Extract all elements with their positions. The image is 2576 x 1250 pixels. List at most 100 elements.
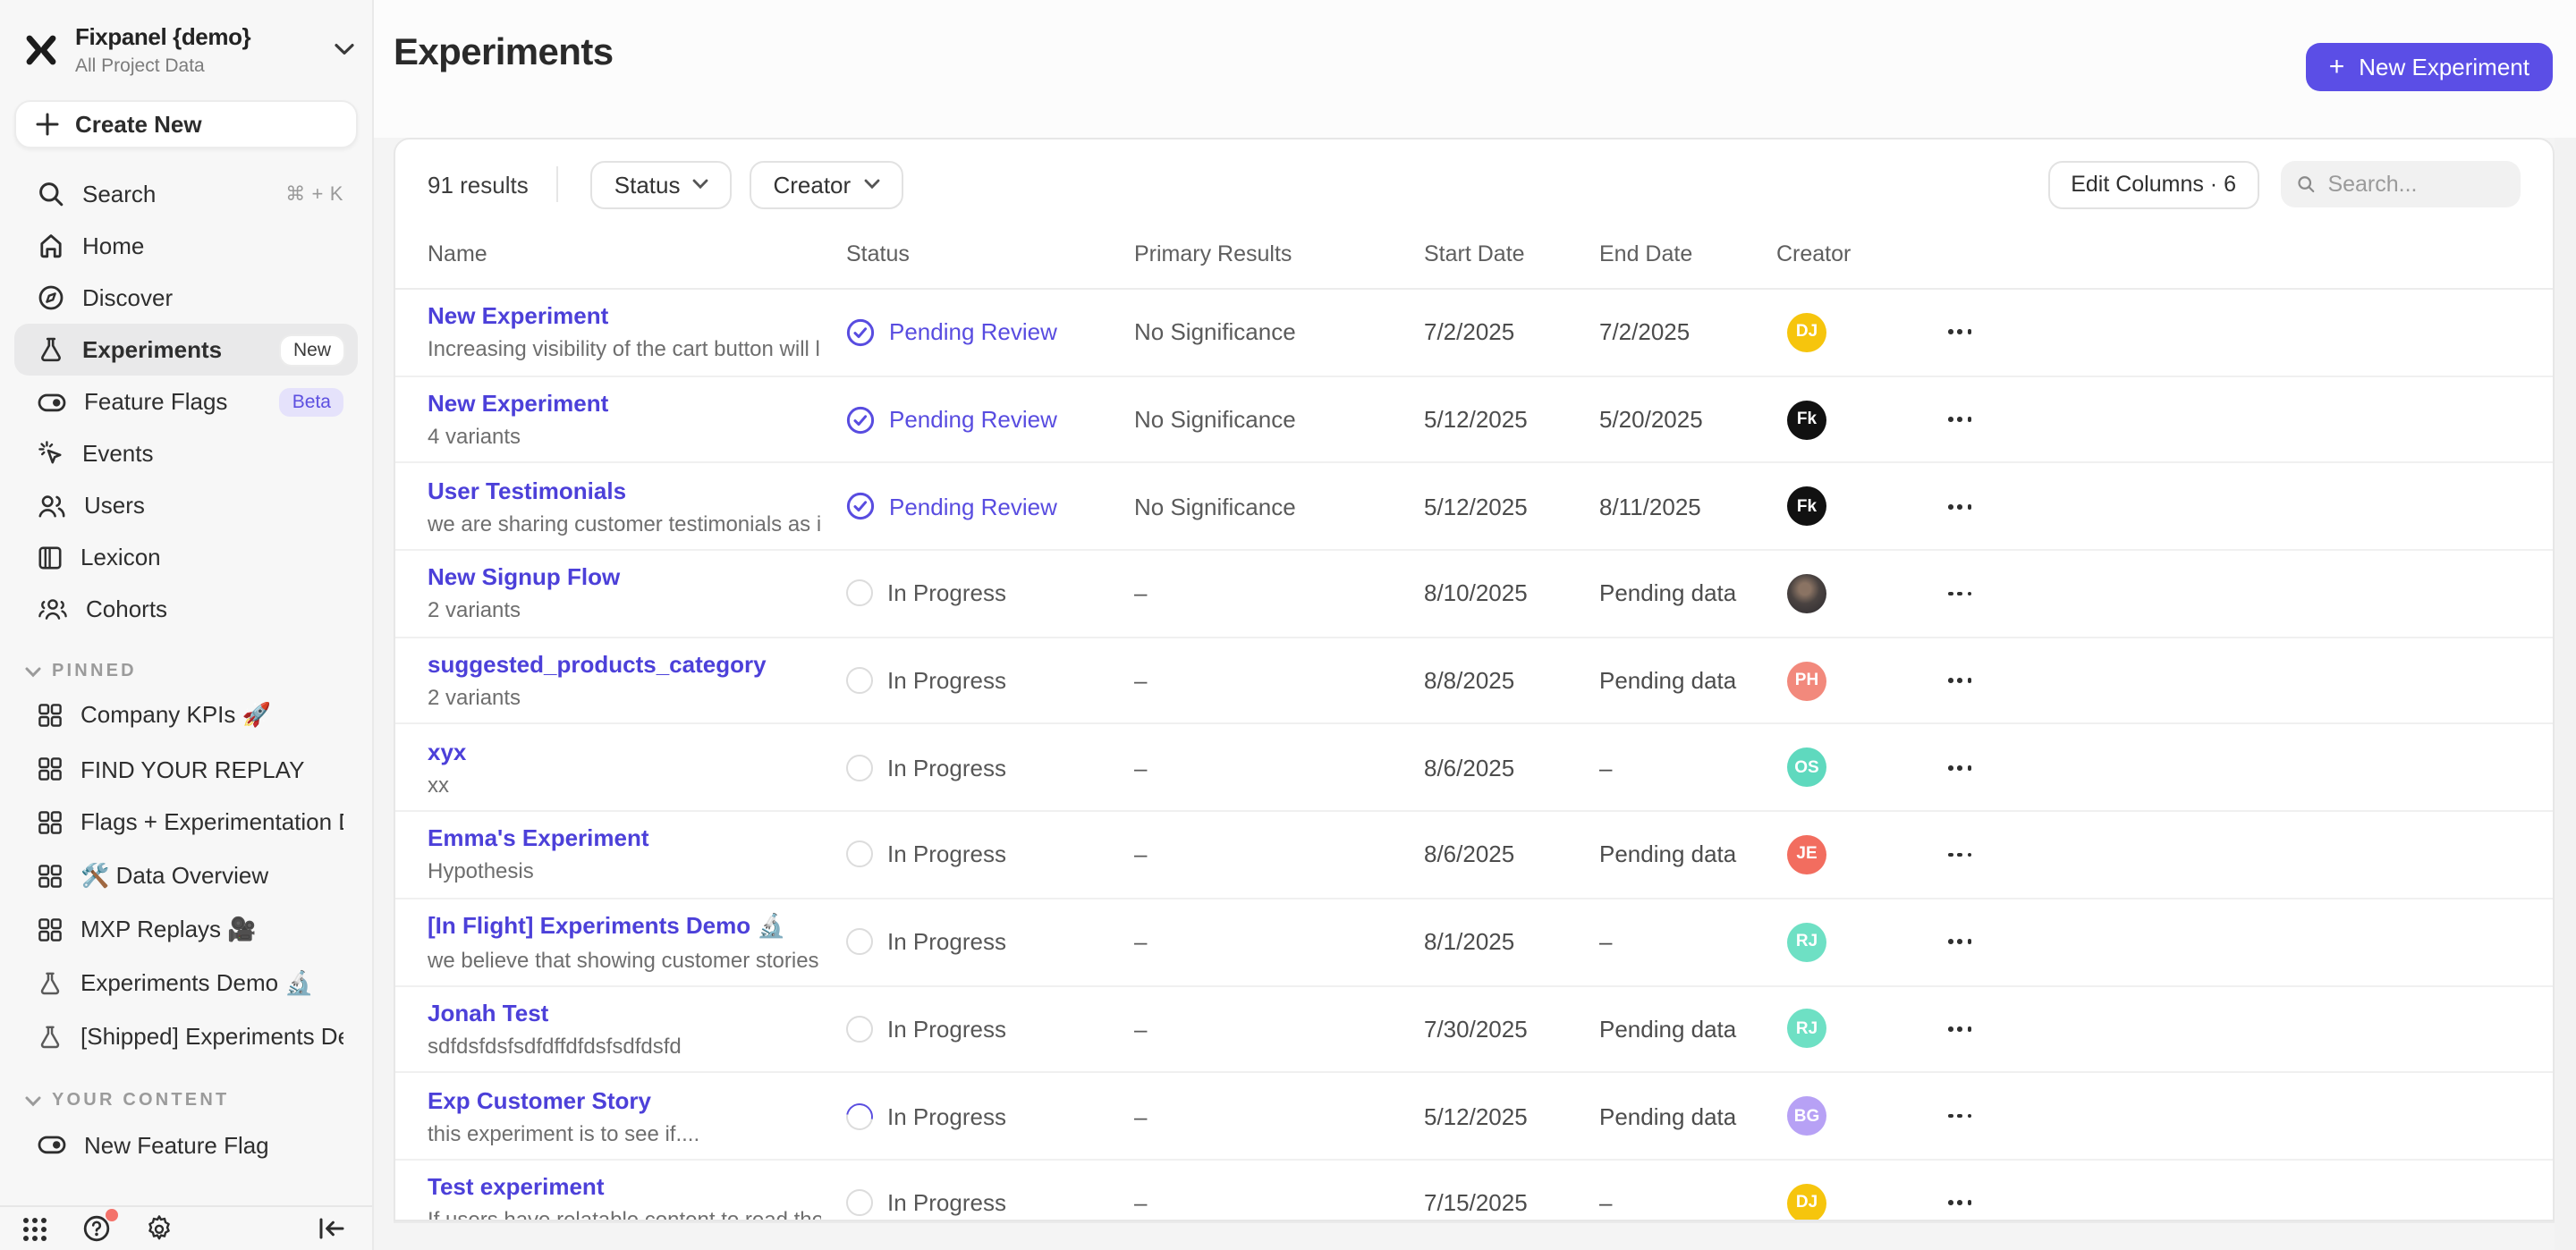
experiment-subtitle: we are sharing customer testimonials as …: [428, 511, 821, 536]
creator-avatar[interactable]: Fk: [1787, 400, 1826, 439]
experiment-link[interactable]: Emma's Experiment: [428, 825, 821, 852]
sidebar-item-cohorts[interactable]: Cohorts: [14, 583, 358, 635]
table-row[interactable]: User Testimonials we are sharing custome…: [395, 464, 2553, 551]
sidebar-footer: [0, 1205, 372, 1250]
users-icon: [38, 493, 66, 518]
your-content-item-new-feature-flag[interactable]: New Feature Flag: [14, 1118, 358, 1171]
your-content-section-header[interactable]: YOUR CONTENT: [25, 1091, 358, 1111]
end-date-cell: –: [1599, 1189, 1776, 1216]
start-date-cell: 8/10/2025: [1424, 580, 1599, 607]
row-menu-button[interactable]: [1948, 417, 1980, 422]
row-menu-button[interactable]: [1948, 330, 1980, 335]
table-row[interactable]: Exp Customer Story this experiment is to…: [395, 1073, 2553, 1160]
apps-grid-icon[interactable]: [18, 1212, 50, 1245]
table-row[interactable]: [In Flight] Experiments Demo 🔬 we believ…: [395, 899, 2553, 986]
column-header-creator[interactable]: Creator: [1776, 241, 1919, 266]
experiment-link[interactable]: suggested_products_category: [428, 651, 821, 678]
creator-avatar[interactable]: RJ: [1787, 922, 1826, 961]
pinned-item-company-kpis[interactable]: Company KPIs 🚀: [14, 688, 358, 742]
pinned-item-label: FIND YOUR REPLAY: [80, 756, 343, 782]
row-menu-button[interactable]: [1948, 1026, 1980, 1032]
creator-avatar[interactable]: OS: [1787, 748, 1826, 788]
sidebar-item-feature-flags[interactable]: Feature Flags Beta: [14, 376, 358, 427]
row-menu-button[interactable]: [1948, 852, 1980, 857]
creator-avatar[interactable]: DJ: [1787, 1183, 1826, 1221]
pinned-list: Company KPIs 🚀 FIND YOUR REPLAY Flags + …: [0, 688, 372, 1064]
pinned-item-mxp-replays[interactable]: MXP Replays 🎥: [14, 903, 358, 957]
settings-gear-icon[interactable]: [143, 1212, 175, 1245]
row-menu-button[interactable]: [1948, 1113, 1980, 1119]
pinned-section-header[interactable]: PINNED: [25, 662, 358, 681]
status-cell: Pending Review: [846, 405, 1134, 434]
experiment-link[interactable]: New Experiment: [428, 303, 821, 330]
experiment-link[interactable]: User Testimonials: [428, 477, 821, 503]
column-header-name[interactable]: Name: [428, 241, 846, 266]
row-menu-button[interactable]: [1948, 1201, 1980, 1206]
row-menu-button[interactable]: [1948, 504, 1980, 510]
row-menu-button[interactable]: [1948, 591, 1980, 596]
table-row[interactable]: xyx xx In Progress – 8/6/2025 – OS: [395, 725, 2553, 812]
pinned-item-flags-experimentation-demo[interactable]: Flags + Experimentation Demo ✏: [14, 796, 358, 849]
table-row[interactable]: Emma's Experiment Hypothesis In Progress…: [395, 812, 2553, 899]
horizontal-scrollbar[interactable]: [394, 1221, 2555, 1250]
experiment-link[interactable]: Test experiment: [428, 1173, 821, 1200]
collapse-sidebar-icon[interactable]: [315, 1212, 347, 1245]
end-date-cell: 8/11/2025: [1599, 493, 1776, 519]
column-header-start-date[interactable]: Start Date: [1424, 241, 1599, 266]
table-body: New Experiment Increasing visibility of …: [395, 290, 2553, 1221]
creator-avatar[interactable]: BG: [1787, 1096, 1826, 1136]
table-row[interactable]: New Experiment Increasing visibility of …: [395, 290, 2553, 376]
sidebar-item-label: Search: [82, 181, 267, 207]
row-menu-button[interactable]: [1948, 765, 1980, 771]
new-experiment-button[interactable]: + New Experiment: [2306, 43, 2553, 91]
experiment-link[interactable]: xyx: [428, 739, 821, 765]
pinned-item-experiments-demo[interactable]: Experiments Demo 🔬: [14, 957, 358, 1010]
help-icon[interactable]: [80, 1212, 113, 1245]
creator-avatar[interactable]: PH: [1787, 661, 1826, 700]
creator-avatar[interactable]: RJ: [1787, 1009, 1826, 1049]
creator-avatar-photo[interactable]: [1787, 574, 1826, 613]
your-content-title: YOUR CONTENT: [52, 1091, 229, 1111]
creator-avatar[interactable]: JE: [1787, 835, 1826, 874]
experiment-link[interactable]: Exp Customer Story: [428, 1086, 821, 1113]
sidebar-item-users[interactable]: Users: [14, 479, 358, 531]
experiment-link[interactable]: Jonah Test: [428, 1000, 821, 1026]
creator-avatar[interactable]: Fk: [1787, 486, 1826, 526]
pinned-item-shipped-experiments-demo[interactable]: [Shipped] Experiments Demo ✏: [14, 1010, 358, 1064]
sidebar-item-discover[interactable]: Discover: [14, 272, 358, 324]
end-date-cell: –: [1599, 928, 1776, 955]
vertical-scrollbar[interactable]: [2555, 138, 2576, 1250]
sidebar-item-search[interactable]: Search ⌘ + K: [14, 168, 358, 220]
column-header-primary-results[interactable]: Primary Results: [1134, 241, 1424, 266]
table-row[interactable]: Jonah Test sdfdsfdsfsdfdffdfdsfsdfdsfd I…: [395, 986, 2553, 1073]
experiment-link[interactable]: New Signup Flow: [428, 564, 821, 591]
experiment-link[interactable]: [In Flight] Experiments Demo 🔬: [428, 911, 821, 940]
status-filter-dropdown[interactable]: Status: [591, 160, 733, 208]
creator-filter-dropdown[interactable]: Creator: [750, 160, 902, 208]
table-row[interactable]: suggested_products_category 2 variants I…: [395, 638, 2553, 725]
pinned-item-find-your-replay[interactable]: FIND YOUR REPLAY: [14, 742, 358, 796]
pinned-item-data-overview[interactable]: 🛠️ Data Overview: [14, 849, 358, 903]
creator-avatar[interactable]: DJ: [1787, 313, 1826, 352]
table-row[interactable]: Test experiment If users have relatable …: [395, 1161, 2553, 1221]
column-header-end-date[interactable]: End Date: [1599, 241, 1776, 266]
row-menu-button[interactable]: [1948, 940, 1980, 945]
sidebar-nav: Search ⌘ + K Home Discover Experiments N…: [0, 168, 372, 635]
create-new-button[interactable]: Create New: [14, 100, 358, 148]
column-header-status[interactable]: Status: [846, 241, 1134, 266]
row-menu-button[interactable]: [1948, 678, 1980, 683]
status-label: In Progress: [887, 1016, 1006, 1043]
search-input[interactable]: [2327, 172, 2504, 197]
table-row[interactable]: New Experiment 4 variants Pending Review…: [395, 376, 2553, 463]
edit-columns-button[interactable]: Edit Columns · 6: [2047, 160, 2259, 208]
sidebar-item-home[interactable]: Home: [14, 220, 358, 272]
sidebar-item-events[interactable]: Events: [14, 427, 358, 479]
sidebar-item-lexicon[interactable]: Lexicon: [14, 531, 358, 583]
table-row[interactable]: New Signup Flow 2 variants In Progress –…: [395, 551, 2553, 638]
experiment-link[interactable]: New Experiment: [428, 390, 821, 417]
status-cell: Pending Review: [846, 318, 1134, 347]
plus-icon: +: [2329, 51, 2345, 81]
sidebar-item-experiments[interactable]: Experiments New: [14, 324, 358, 376]
workspace-title: Fixpanel {demo}: [75, 23, 250, 50]
workspace-switcher[interactable]: Fixpanel {demo} All Project Data: [21, 21, 354, 77]
